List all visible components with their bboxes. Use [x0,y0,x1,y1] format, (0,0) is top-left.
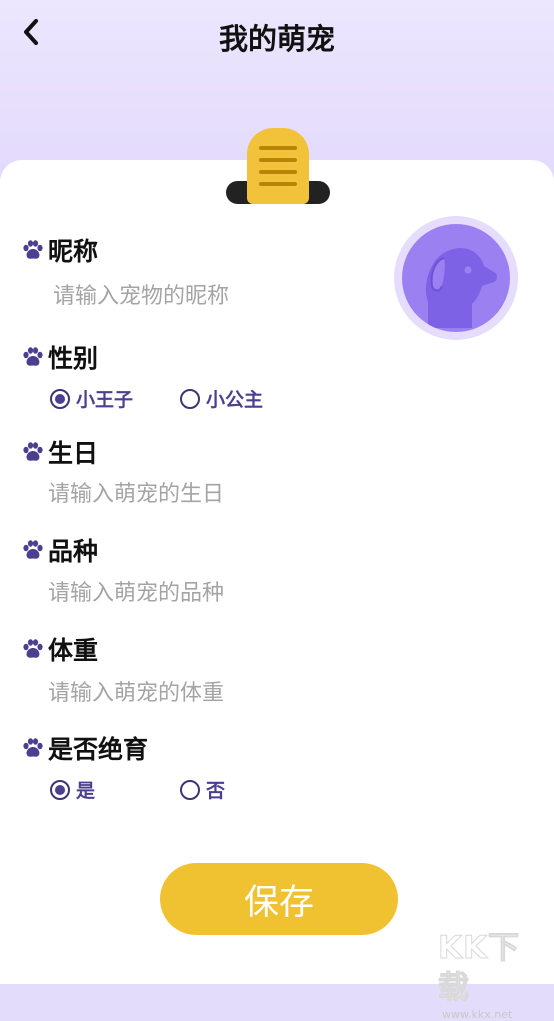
paw-icon [23,347,43,366]
watermark-url: www.kkx.net [442,1008,513,1021]
radio-checked-icon [50,388,70,409]
nickname-label-text: 昵称 [48,237,99,266]
radio-unchecked-icon [180,388,200,409]
clipboard-clip-icon [247,128,309,204]
gender-label-text: 性别 [48,344,99,373]
breed-label: 品种 [22,532,98,568]
gender-option-label: 小公主 [206,389,264,411]
watermark: KK下载 www.kkx.net [438,928,550,1021]
radio-checked-icon [50,779,70,800]
birthday-input[interactable] [48,477,348,511]
nickname-input[interactable] [53,279,353,313]
gender-label: 性别 [22,339,98,375]
neutered-label-text: 是否绝育 [48,735,149,764]
birthday-label-text: 生日 [48,439,99,468]
weight-input[interactable] [48,676,348,710]
birthday-label: 生日 [22,434,98,470]
page-title: 我的萌宠 [218,22,335,56]
paw-icon [23,639,43,658]
breed-label-text: 品种 [48,537,99,566]
paw-icon [23,240,43,259]
neutered-option-no[interactable]: 否 [180,776,225,803]
gender-option-princess[interactable]: 小公主 [180,385,263,412]
watermark-logo: KK下载 [438,930,521,1007]
neutered-option-label: 是 [76,780,96,802]
neutered-option-label: 否 [206,780,226,802]
nickname-label: 昵称 [22,232,98,268]
neutered-option-yes[interactable]: 是 [50,776,95,803]
pet-avatar[interactable] [394,216,518,340]
radio-unchecked-icon [180,779,200,800]
save-button[interactable]: 保存 [160,863,398,935]
weight-label-text: 体重 [48,636,99,665]
gender-option-prince[interactable]: 小王子 [50,385,133,412]
dog-icon [425,247,497,328]
weight-label: 体重 [22,631,98,667]
paw-icon [23,442,43,461]
gender-option-label: 小王子 [76,389,134,411]
paw-icon [23,738,43,757]
neutered-label: 是否绝育 [22,730,148,766]
breed-input[interactable] [48,576,348,610]
paw-icon [23,540,43,559]
